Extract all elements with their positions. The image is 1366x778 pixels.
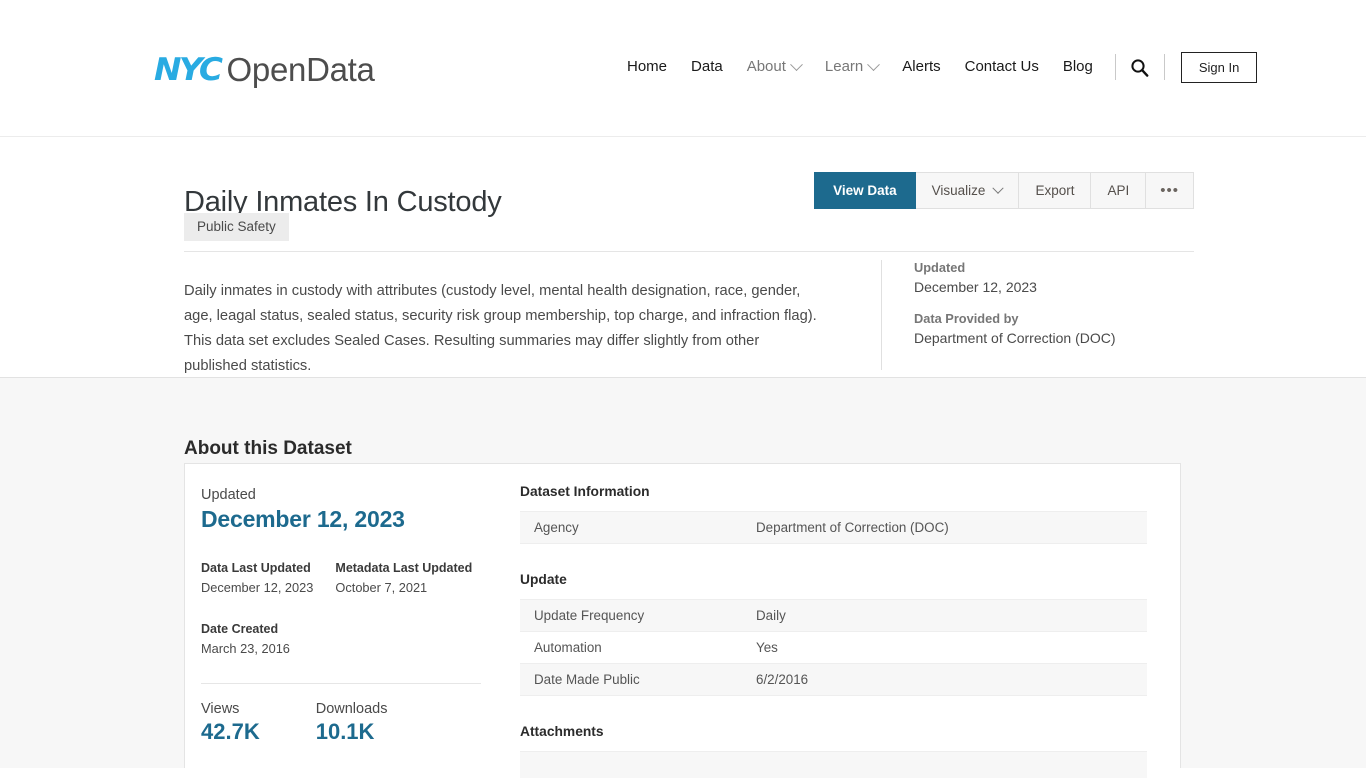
views-label: Views: [201, 701, 240, 717]
nav-item-blog[interactable]: Blog: [1051, 52, 1105, 82]
visualize-label: Visualize: [931, 183, 986, 198]
row-value: Department of Correction (DOC): [756, 520, 949, 535]
downloads-value: 10.1K: [315, 719, 375, 744]
nav-item-home-label: Home: [627, 58, 668, 75]
view-data-label: View Data: [833, 183, 897, 198]
row-key: Date Made Public: [534, 672, 640, 687]
nav-item-alerts[interactable]: Alerts: [890, 52, 952, 82]
stats-divider: [201, 683, 481, 684]
card-updated-label: Updated: [201, 487, 256, 503]
about-dataset-card: Updated December 12, 2023 Data Last Upda…: [184, 463, 1182, 778]
dataset-action-buttons: View Data Visualize Export API •••: [814, 172, 1194, 209]
metadata-last-updated-label: Metadata Last Updated: [335, 561, 473, 575]
metadata-last-updated-block: Metadata Last Updated October 7, 2021: [335, 561, 472, 595]
dataset-information-heading: Dataset Information: [520, 484, 650, 499]
downloads-stat: Downloads 10.1K: [316, 701, 388, 745]
attachments-table: [520, 751, 1147, 778]
nav-item-learn-label: Learn: [824, 58, 864, 75]
row-value: Yes: [756, 640, 778, 655]
nav-item-contact-us[interactable]: Contact Us: [953, 52, 1051, 82]
metadata-last-updated-value: October 7, 2021: [335, 580, 428, 595]
last-updated-group: Data Last Updated December 12, 2023 Meta…: [201, 561, 481, 595]
meta-provider-label: Data Provided by: [914, 311, 1019, 326]
primary-nav-links: Home Data About Learn Alerts Contact Us …: [615, 51, 1258, 83]
more-options-button[interactable]: •••: [1146, 172, 1194, 209]
table-row: Date Made Public 6/2/2016: [520, 663, 1147, 696]
nav-item-data[interactable]: Data: [679, 52, 735, 82]
api-button[interactable]: API: [1091, 172, 1147, 209]
export-button[interactable]: Export: [1019, 172, 1092, 209]
attachments-heading: Attachments: [520, 724, 604, 739]
logo-opendata-text: OpenData: [226, 51, 375, 88]
row-cell: [520, 752, 1147, 778]
more-options-icon: •••: [1160, 182, 1179, 199]
update-heading: Update: [520, 572, 567, 587]
search-icon[interactable]: [1126, 53, 1154, 81]
about-dataset-heading: About this Dataset: [184, 437, 352, 459]
api-label: API: [1107, 183, 1130, 198]
meta-provider-value: Department of Correction (DOC): [914, 330, 1116, 346]
chevron-down-icon: [867, 57, 881, 71]
nav-item-learn[interactable]: Learn: [813, 52, 890, 82]
nav-item-alerts-label: Alerts: [902, 58, 941, 75]
nav-divider: [1163, 54, 1165, 80]
date-created-value: March 23, 2016: [201, 641, 290, 656]
nav-item-about-label: About: [746, 58, 786, 75]
chevron-down-icon: [790, 57, 803, 71]
usage-stats: Views 42.7K Downloads 10.1K: [201, 701, 481, 745]
table-row: Update Frequency Daily: [520, 599, 1147, 632]
table-row: Automation Yes: [520, 631, 1147, 664]
dataset-header-band: Daily Inmates In Custody Public Safety V…: [0, 136, 1366, 378]
date-created-label: Date Created: [201, 622, 279, 636]
nav-item-about[interactable]: About: [735, 52, 813, 82]
about-dataset-section: About this Dataset Updated December 12, …: [0, 378, 1366, 778]
chevron-down-icon: [992, 182, 1005, 194]
meta-updated-value: December 12, 2023: [914, 279, 1037, 295]
row-key: Agency: [534, 520, 579, 535]
nav-item-blog-label: Blog: [1062, 58, 1093, 75]
meta-updated-label: Updated: [914, 260, 966, 275]
about-card-left-column: Updated December 12, 2023 Data Last Upda…: [185, 464, 505, 768]
dataset-description: Daily inmates in custody with attributes…: [184, 282, 817, 374]
nav-divider: [1114, 54, 1116, 80]
views-stat: Views 42.7K: [201, 701, 260, 745]
nav-item-data-label: Data: [691, 58, 723, 75]
data-last-updated-value: December 12, 2023: [201, 580, 314, 595]
date-created-group: Date Created March 23, 2016: [201, 622, 481, 656]
views-value: 42.7K: [201, 719, 260, 744]
view-data-button[interactable]: View Data: [814, 172, 916, 209]
visualize-button[interactable]: Visualize: [915, 172, 1020, 209]
update-table: Update Frequency Daily Automation Yes Da…: [520, 599, 1147, 696]
data-last-updated-block: Data Last Updated December 12, 2023: [201, 561, 313, 595]
row-value: 6/2/2016: [756, 672, 809, 687]
category-tag-public-safety[interactable]: Public Safety: [184, 213, 289, 241]
table-row: [520, 751, 1147, 778]
nav-item-contact-us-label: Contact Us: [964, 58, 1039, 75]
about-card-right-column: Dataset Information Agency Department of…: [520, 464, 1182, 778]
logo-nyc-text: NYC: [154, 52, 223, 88]
nav-item-home[interactable]: Home: [615, 52, 679, 82]
site-logo[interactable]: NYC OpenData: [154, 50, 375, 90]
header-divider: [184, 251, 1194, 252]
card-updated-date: December 12, 2023: [201, 506, 405, 532]
date-created-block: Date Created March 23, 2016: [201, 622, 290, 656]
dataset-information-table: Agency Department of Correction (DOC): [520, 511, 1147, 544]
table-row: Agency Department of Correction (DOC): [520, 511, 1147, 544]
row-key: Automation: [534, 640, 602, 655]
dataset-meta-column: Updated December 12, 2023 Data Provided …: [881, 260, 1181, 370]
data-last-updated-label: Data Last Updated: [201, 561, 311, 575]
top-navigation-bar: NYC OpenData Home Data About Learn Alert…: [0, 0, 1366, 136]
export-label: Export: [1035, 183, 1075, 198]
downloads-label: Downloads: [315, 701, 388, 717]
row-key: Update Frequency: [534, 608, 645, 623]
dataset-header-inner: Daily Inmates In Custody Public Safety V…: [184, 137, 1194, 377]
sign-in-button[interactable]: Sign In: [1180, 51, 1258, 83]
row-value: Daily: [756, 608, 786, 623]
